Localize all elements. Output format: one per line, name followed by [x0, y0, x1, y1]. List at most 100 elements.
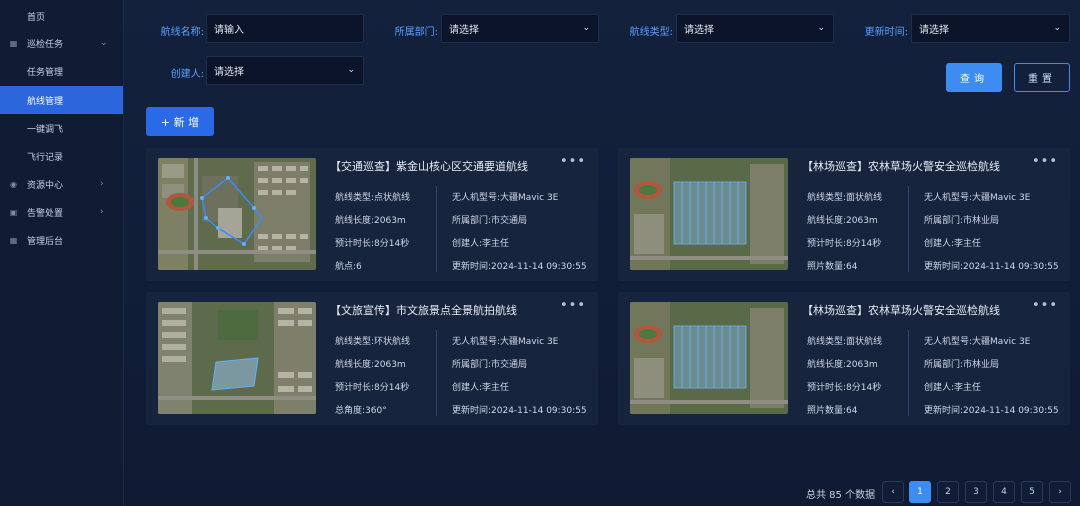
route-length-info: 航线长度:2063m: [335, 360, 406, 370]
creator-info: 创建人:李主任: [452, 383, 510, 393]
drone-model-info: 无人机型号:大疆Mavic 3E: [924, 337, 1031, 347]
admin-icon: ▦: [9, 235, 18, 245]
sidebar-item-task-management[interactable]: 任务管理: [0, 57, 123, 85]
creator-select[interactable]: 请选择 ⌄: [206, 56, 364, 85]
drone-model-info: 无人机型号:大疆Mavic 3E: [924, 193, 1031, 203]
sidebar-item-label: 资源中心: [27, 180, 64, 191]
more-options-icon[interactable]: •••: [1032, 298, 1058, 313]
chevron-down-icon: ⌄: [817, 23, 825, 33]
page-button-5[interactable]: 5: [1021, 481, 1043, 503]
creator-info: 创建人:李主任: [452, 239, 510, 249]
next-page-button[interactable]: ›: [1049, 481, 1071, 503]
sidebar-item-label: 首页: [27, 12, 46, 23]
department-select[interactable]: 请选择 ⌄: [441, 14, 599, 43]
route-type-info: 航线类型:面状航线: [807, 193, 883, 203]
chevron-down-icon: ⌄: [100, 38, 108, 48]
route-type-label: 航线类型:: [629, 27, 673, 38]
sidebar-item-label: 任务管理: [27, 67, 64, 78]
department-select-value: 请选择: [449, 25, 479, 36]
route-type-info: 航线类型:环状航线: [335, 337, 411, 347]
route-name-input[interactable]: 请输入: [206, 14, 364, 43]
sidebar-item-label: 飞行记录: [27, 152, 64, 163]
chevron-down-icon: ⌄: [582, 23, 590, 33]
sidebar-item-label: 告警处置: [27, 208, 64, 219]
waypoint-count-info: 航点:6: [335, 262, 362, 272]
sidebar-item-one-click-dispatch[interactable]: 一键调飞: [0, 114, 123, 142]
sidebar-item-resource-center[interactable]: ◉ 资源中心 ›: [0, 170, 123, 198]
route-type-select[interactable]: 请选择 ⌄: [676, 14, 834, 43]
sidebar-item-flight-records[interactable]: 飞行记录: [0, 142, 123, 170]
prev-page-button[interactable]: ‹: [882, 481, 904, 503]
route-type-info: 航线类型:面状航线: [807, 337, 883, 347]
page-button-4[interactable]: 4: [993, 481, 1015, 503]
chevron-right-icon: ›: [100, 179, 104, 189]
route-length-info: 航线长度:2063m: [335, 216, 406, 226]
route-card-title: 【林场巡查】农林草场火警安全巡检航线: [802, 304, 1000, 317]
drone-model-info: 无人机型号:大疆Mavic 3E: [452, 193, 559, 203]
creator-info: 创建人:李主任: [924, 383, 982, 393]
creator-label: 创建人:: [170, 69, 204, 80]
update-time-info: 更新时间:2024-11-14 09:30:55: [452, 406, 587, 416]
update-time-info: 更新时间:2024-11-14 09:30:55: [452, 262, 587, 272]
total-angle-info: 总角度:360°: [335, 406, 387, 416]
grid-icon: ▦: [9, 38, 18, 48]
creator-select-value: 请选择: [214, 67, 244, 78]
sidebar-item-label: 一键调飞: [27, 124, 64, 135]
sidebar-item-inspection-tasks[interactable]: ▦ 巡检任务 ⌄: [0, 29, 123, 57]
route-card[interactable]: 【文旅宣传】市文旅景点全景航拍航线 ••• 航线类型:环状航线 航线长度:206…: [146, 292, 598, 425]
query-button[interactable]: 查询: [946, 63, 1002, 92]
add-route-button[interactable]: + 新 增: [146, 107, 214, 136]
reset-button[interactable]: 重置: [1014, 63, 1070, 92]
chevron-down-icon: ⌄: [1053, 23, 1061, 33]
department-info: 所属部门:市交通局: [452, 216, 528, 226]
sidebar-item-alarm-handling[interactable]: ▣ 告警处置 ›: [0, 198, 123, 226]
route-length-info: 航线长度:2063m: [807, 216, 878, 226]
route-name-placeholder: 请输入: [214, 25, 244, 36]
department-info: 所属部门:市林业局: [924, 360, 1000, 370]
route-name-label: 航线名称:: [160, 27, 204, 38]
route-type-select-value: 请选择: [684, 25, 714, 36]
route-card-title: 【文旅宣传】市文旅景点全景航拍航线: [330, 304, 517, 317]
chevron-right-icon: ›: [1058, 487, 1062, 497]
pagination-total: 总共 85 个数据: [806, 490, 876, 501]
sidebar-item-home[interactable]: 首页: [0, 2, 123, 30]
creator-info: 创建人:李主任: [924, 239, 982, 249]
department-info: 所属部门:市交通局: [452, 360, 528, 370]
route-map-thumbnail: [158, 158, 316, 270]
update-time-label: 更新时间:: [864, 27, 908, 38]
page-button-3[interactable]: 3: [965, 481, 987, 503]
update-time-info: 更新时间:2024-11-14 09:30:55: [924, 262, 1059, 272]
more-options-icon[interactable]: •••: [1032, 154, 1058, 169]
route-map-thumbnail: [630, 158, 788, 270]
more-options-icon[interactable]: •••: [560, 298, 586, 313]
estimated-duration-info: 预计时长:8分14秒: [335, 239, 410, 249]
page-button-2[interactable]: 2: [937, 481, 959, 503]
more-options-icon[interactable]: •••: [560, 154, 586, 169]
route-map-thumbnail: [158, 302, 316, 414]
route-card-title: 【交通巡查】紫金山核心区交通要道航线: [330, 160, 528, 173]
route-card-title: 【林场巡查】农林草场火警安全巡检航线: [802, 160, 1000, 173]
update-time-select-value: 请选择: [919, 25, 949, 36]
estimated-duration-info: 预计时长:8分14秒: [807, 383, 882, 393]
sidebar-item-admin-backend[interactable]: ▦ 管理后台: [0, 226, 123, 254]
page-button-1[interactable]: 1: [909, 481, 931, 503]
drone-model-info: 无人机型号:大疆Mavic 3E: [452, 337, 559, 347]
route-card[interactable]: 【交通巡查】紫金山核心区交通要道航线 ••• 航线类型:点状航线 航线长度:20…: [146, 148, 598, 281]
chevron-left-icon: ‹: [891, 487, 895, 497]
route-card[interactable]: 【林场巡查】农林草场火警安全巡检航线 ••• 航线类型:面状航线 航线长度:20…: [618, 292, 1070, 425]
route-length-info: 航线长度:2063m: [807, 360, 878, 370]
chevron-down-icon: ⌄: [347, 65, 355, 75]
route-type-info: 航线类型:点状航线: [335, 193, 411, 203]
photo-count-info: 照片数量:64: [807, 406, 858, 416]
card-divider: [908, 186, 909, 272]
photo-count-info: 照片数量:64: [807, 262, 858, 272]
route-map-thumbnail: [630, 302, 788, 414]
estimated-duration-info: 预计时长:8分14秒: [807, 239, 882, 249]
route-card[interactable]: 【林场巡查】农林草场火警安全巡检航线 ••• 航线类型:面状航线 航线长度:20…: [618, 148, 1070, 281]
alarm-icon: ▣: [9, 207, 18, 217]
resource-icon: ◉: [10, 179, 17, 189]
update-time-select[interactable]: 请选择 ⌄: [911, 14, 1070, 43]
sidebar-item-route-management[interactable]: 航线管理: [0, 86, 123, 114]
department-info: 所属部门:市林业局: [924, 216, 1000, 226]
main-content: 航线名称: 请输入 所属部门: 请选择 ⌄ 航线类型: 请选择 ⌄ 更新时间: …: [124, 0, 1080, 506]
